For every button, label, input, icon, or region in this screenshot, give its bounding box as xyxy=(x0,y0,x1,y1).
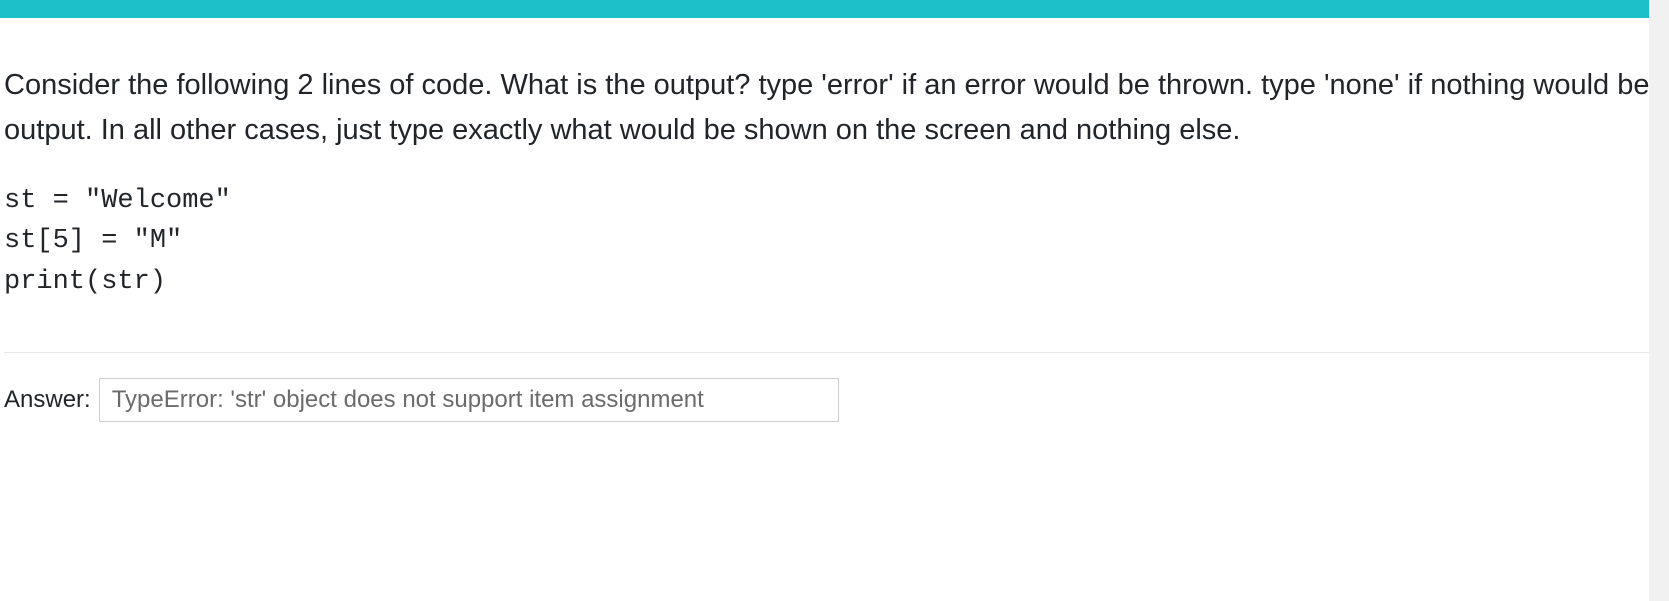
code-line: print(str) xyxy=(4,262,1665,303)
answer-label: Answer: xyxy=(4,386,91,414)
question-prompt: Consider the following 2 lines of code. … xyxy=(0,18,1669,153)
answer-input[interactable] xyxy=(99,378,839,422)
code-block: st = "Welcome" st[5] = "M" print(str) xyxy=(0,153,1669,303)
question-container: Consider the following 2 lines of code. … xyxy=(0,18,1669,422)
answer-row: Answer: xyxy=(0,353,1669,422)
code-line: st = "Welcome" xyxy=(4,181,1665,222)
code-line: st[5] = "M" xyxy=(4,221,1665,262)
header-accent-bar xyxy=(0,0,1669,18)
scrollbar-track[interactable] xyxy=(1649,0,1669,601)
